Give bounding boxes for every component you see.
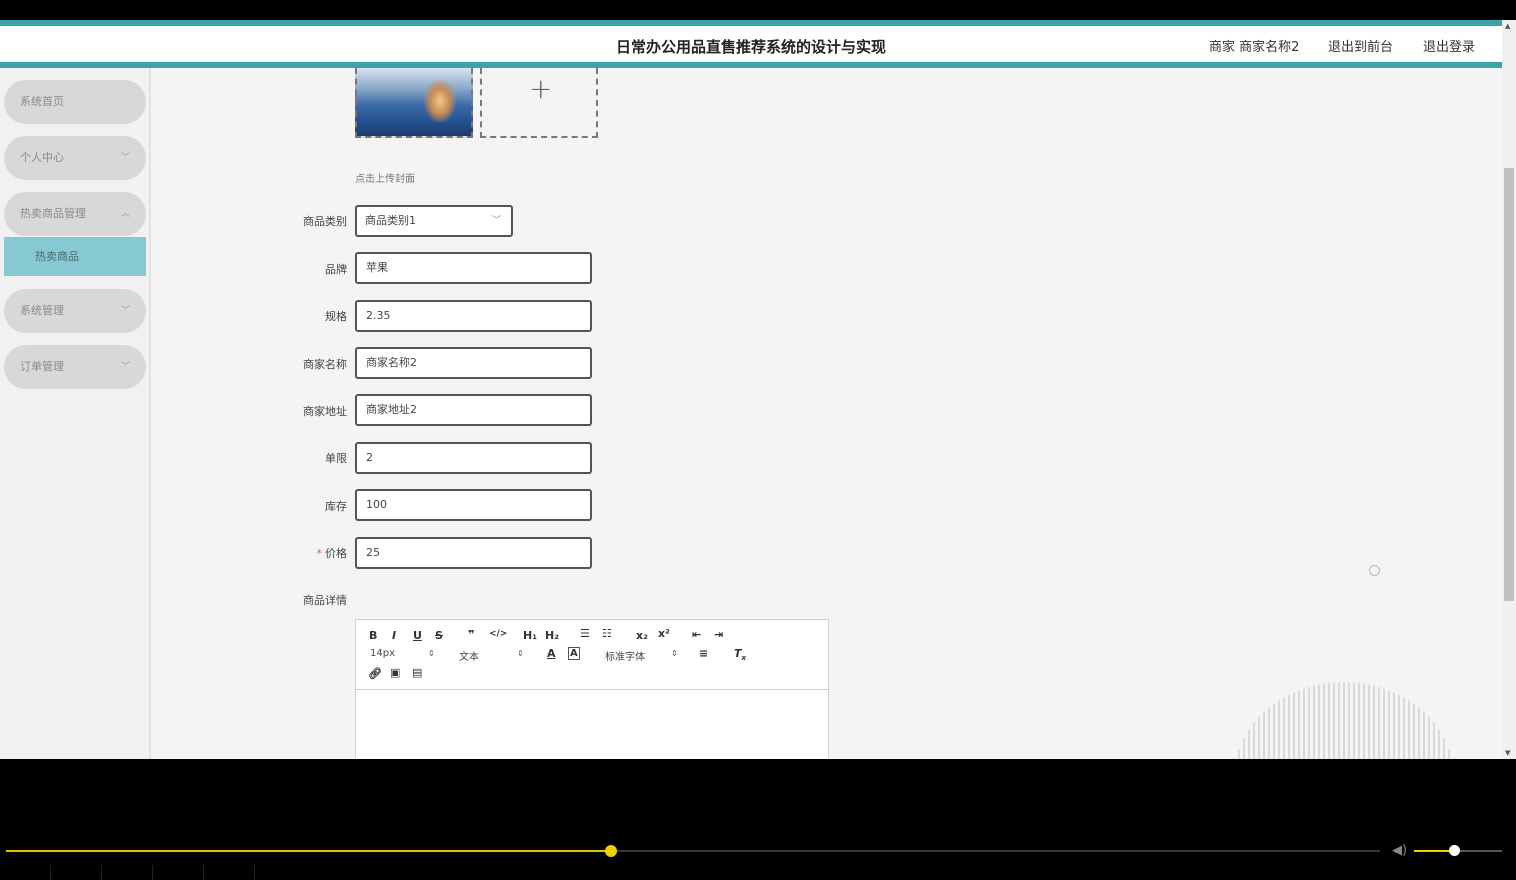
volume-icon[interactable]: ◀︎) bbox=[1392, 843, 1407, 858]
required-mark: * bbox=[316, 547, 323, 560]
chevron-up-icon: ︿ bbox=[120, 209, 130, 219]
category-value: 商品类别1 bbox=[365, 214, 416, 227]
spec-input[interactable]: 2.35 bbox=[355, 300, 592, 332]
italic-icon[interactable]: I bbox=[392, 629, 396, 642]
divider bbox=[101, 865, 102, 880]
indent-icon[interactable]: ⇥ bbox=[714, 628, 723, 641]
select-arrows-icon: ⇕ bbox=[671, 649, 678, 658]
strikethrough-icon[interactable]: S bbox=[435, 629, 443, 642]
stock-input[interactable]: 100 bbox=[355, 489, 592, 521]
heading-2-icon[interactable]: H₂ bbox=[545, 629, 559, 642]
subscript-icon[interactable]: x₂ bbox=[636, 629, 648, 642]
font-color-icon[interactable]: A bbox=[547, 647, 556, 660]
limit-input[interactable]: 2 bbox=[355, 442, 592, 474]
seek-progress bbox=[6, 850, 611, 852]
underline-icon[interactable]: U bbox=[413, 629, 422, 642]
video-icon[interactable]: ▤ bbox=[412, 666, 422, 679]
image-icon[interactable]: ▣ bbox=[390, 666, 400, 679]
align-icon[interactable]: ≡ bbox=[699, 647, 708, 660]
divider bbox=[152, 865, 153, 880]
divider bbox=[50, 865, 51, 880]
cover-image-thumbnail[interactable] bbox=[355, 68, 473, 138]
sidebar-item-label: 系统首页 bbox=[20, 95, 64, 108]
sidebar-item-system-mgmt[interactable]: 系统管理 ﹀ bbox=[4, 289, 146, 333]
sidebar-item-label: 个人中心 bbox=[20, 151, 64, 164]
merchant-address-label: 商家地址 bbox=[303, 405, 347, 418]
brand-label: 品牌 bbox=[325, 263, 347, 276]
sidebar-subitem-hot-products[interactable]: 热卖商品 bbox=[4, 237, 146, 276]
sound-wave-decoration bbox=[1238, 682, 1450, 759]
clear-format-icon[interactable]: Tx bbox=[734, 647, 746, 662]
merchant-address-input[interactable]: 商家地址2 bbox=[355, 394, 592, 426]
sidebar-item-label: 系统管理 bbox=[20, 304, 64, 317]
spec-label: 规格 bbox=[325, 310, 347, 323]
back-to-frontend-link[interactable]: 退出到前台 bbox=[1328, 36, 1393, 55]
sidebar-item-label: 订单管理 bbox=[20, 360, 64, 373]
merchant-name-label: 商家名称 bbox=[303, 358, 347, 371]
chevron-down-icon: ﹀ bbox=[491, 216, 501, 226]
details-label: 商品详情 bbox=[303, 594, 347, 607]
limit-label: 单限 bbox=[325, 452, 347, 465]
stock-label: 库存 bbox=[325, 500, 347, 513]
background-color-icon[interactable]: A bbox=[568, 647, 580, 660]
current-user: 商家 商家名称2 bbox=[1209, 40, 1300, 55]
price-label: * 价格 bbox=[271, 545, 348, 561]
scroll-up-icon[interactable]: ▲ bbox=[1505, 22, 1510, 30]
upload-cover-button[interactable]: + bbox=[480, 68, 598, 138]
sidebar: 系统首页 个人中心 ﹀ 热卖商品管理 ︿ 热卖商品 系统管理 ﹀ 订单管理 ﹀ bbox=[0, 68, 151, 759]
chevron-down-icon: ﹀ bbox=[120, 362, 130, 372]
font-size-value: 14px bbox=[370, 648, 395, 659]
price-input[interactable]: 25 bbox=[355, 537, 592, 569]
scrollbar-thumb[interactable] bbox=[1504, 168, 1514, 601]
sidebar-item-home[interactable]: 系统首页 bbox=[4, 80, 146, 124]
font-family-value: 标准字体 bbox=[605, 652, 645, 663]
seek-handle[interactable] bbox=[604, 845, 617, 857]
editor-toolbar: B I U S ❞ </> H₁ H₂ ☰ ☷ x₂ x² ⇤ ⇥ 14px ⇕… bbox=[356, 620, 828, 690]
header-select-value: 文本 bbox=[459, 652, 479, 663]
video-player-controls: ◀︎) bbox=[0, 759, 1516, 880]
sidebar-subitem-label: 热卖商品 bbox=[35, 250, 79, 263]
code-block-icon[interactable]: </> bbox=[489, 629, 507, 639]
divider bbox=[203, 865, 204, 880]
divider bbox=[254, 865, 255, 880]
rich-text-editor: B I U S ❞ </> H₁ H₂ ☰ ☷ x₂ x² ⇤ ⇥ 14px ⇕… bbox=[355, 619, 829, 759]
header-select[interactable]: 文本 ⇕ bbox=[459, 648, 529, 663]
volume-level bbox=[1414, 850, 1454, 852]
price-label-text: 价格 bbox=[325, 547, 347, 560]
blockquote-icon[interactable]: ❞ bbox=[468, 628, 474, 641]
top-header: 日常办公用品直售推荐系统的设计与实现 商家 商家名称2 退出到前台 退出登录 bbox=[0, 20, 1502, 68]
chevron-down-icon: ﹀ bbox=[120, 153, 130, 163]
volume-handle[interactable] bbox=[1448, 845, 1460, 856]
browser-viewport: 日常办公用品直售推荐系统的设计与实现 商家 商家名称2 退出到前台 退出登录 系… bbox=[0, 20, 1502, 759]
select-arrows-icon: ⇕ bbox=[428, 649, 435, 658]
brand-input[interactable]: 苹果 bbox=[355, 252, 592, 284]
superscript-icon[interactable]: x² bbox=[658, 627, 670, 640]
plus-icon: + bbox=[529, 72, 553, 105]
bullet-list-icon[interactable]: ☷ bbox=[602, 627, 612, 640]
select-arrows-icon: ⇕ bbox=[517, 649, 524, 658]
sidebar-item-order-mgmt[interactable]: 订单管理 ﹀ bbox=[4, 345, 146, 389]
ordered-list-icon[interactable]: ☰ bbox=[580, 627, 590, 640]
chevron-down-icon: ﹀ bbox=[120, 306, 130, 316]
loading-indicator-icon bbox=[1369, 565, 1380, 576]
upload-hint: 点击上传封面 bbox=[355, 174, 415, 185]
heading-1-icon[interactable]: H₁ bbox=[523, 629, 537, 642]
logout-link[interactable]: 退出登录 bbox=[1423, 36, 1475, 55]
sidebar-item-label: 热卖商品管理 bbox=[20, 207, 86, 220]
sidebar-item-hot-products-mgmt[interactable]: 热卖商品管理 ︿ bbox=[4, 192, 146, 236]
outdent-icon[interactable]: ⇤ bbox=[692, 628, 701, 641]
sidebar-item-personal-center[interactable]: 个人中心 ﹀ bbox=[4, 136, 146, 180]
merchant-name-input[interactable]: 商家名称2 bbox=[355, 347, 592, 379]
font-size-select[interactable]: 14px ⇕ bbox=[370, 648, 440, 659]
font-family-select[interactable]: 标准字体 ⇕ bbox=[605, 648, 681, 663]
screen: 日常办公用品直售推荐系统的设计与实现 商家 商家名称2 退出到前台 退出登录 系… bbox=[0, 0, 1516, 880]
category-select[interactable]: 商品类别1 ﹀ bbox=[355, 205, 513, 237]
bold-icon[interactable]: B bbox=[369, 629, 377, 642]
cover-image-highlight bbox=[423, 78, 457, 124]
scroll-down-icon[interactable]: ▼ bbox=[1505, 749, 1510, 757]
vertical-scrollbar[interactable]: ▲ ▼ bbox=[1502, 20, 1516, 759]
category-label: 商品类别 bbox=[303, 215, 347, 228]
main-content: + 点击上传封面 商品类别 商品类别1 ﹀ 品牌 苹果 规格 2.35 商家名称… bbox=[151, 68, 1502, 759]
link-icon[interactable]: 🔗︎ bbox=[368, 667, 382, 680]
